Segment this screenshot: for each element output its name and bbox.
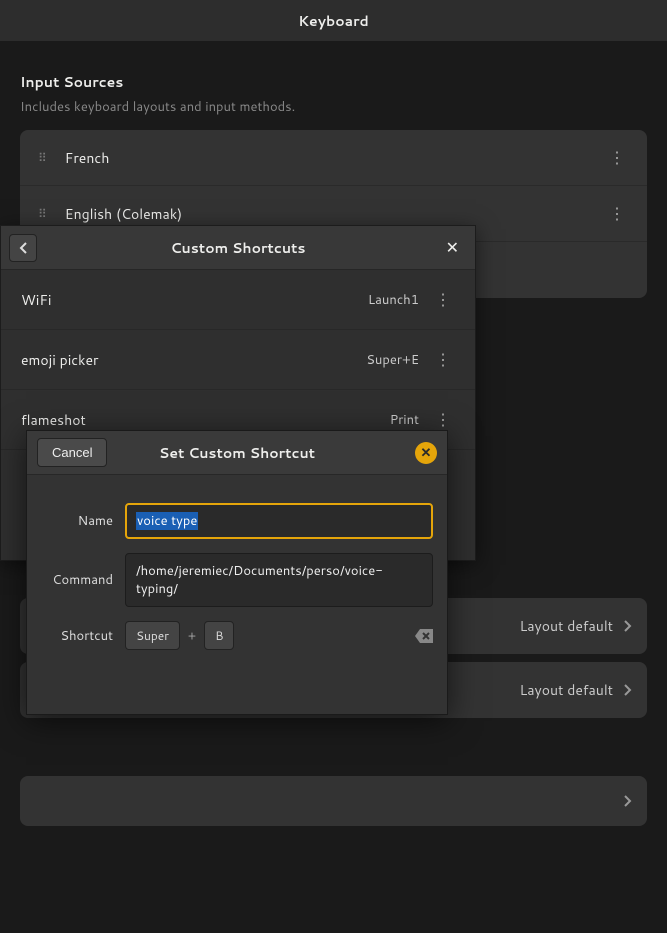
input-sources-title: Input Sources — [20, 72, 647, 92]
layout-value: Layout default — [519, 616, 613, 636]
name-label: Name — [41, 512, 125, 530]
shortcut-name-label: emoji picker — [21, 350, 366, 370]
command-label: Command — [41, 571, 125, 589]
form-row-shortcut: Shortcut Super + B — [41, 621, 433, 650]
drag-handle-icon[interactable]: ⠿ — [38, 149, 45, 166]
form-row-name: Name voice type — [41, 503, 433, 539]
shortcut-name-label: WiFi — [21, 290, 368, 310]
command-input-value: /home/jeremiec/Documents/perso/voice-typ… — [136, 562, 383, 598]
close-button[interactable]: ✕ — [438, 232, 467, 263]
chevron-right-icon — [623, 619, 633, 633]
command-input[interactable]: /home/jeremiec/Documents/perso/voice-typ… — [125, 553, 433, 607]
keycap: B — [204, 621, 234, 650]
shortcut-key-display[interactable]: Super + B — [125, 621, 433, 650]
kebab-menu-icon[interactable]: ⋮ — [605, 146, 629, 169]
shortcut-accelerator: Print — [390, 411, 419, 429]
dialog-body: Name voice type Command /home/jeremiec/D… — [27, 475, 447, 714]
shortcut-row[interactable]: emoji picker Super+E ⋮ — [1, 330, 475, 390]
shortcut-row[interactable]: WiFi Launch1 ⋮ — [1, 270, 475, 330]
keycap: Super — [125, 621, 180, 650]
chevron-left-icon — [18, 241, 28, 255]
input-source-label: French — [65, 148, 605, 168]
cancel-button[interactable]: Cancel — [37, 438, 107, 467]
form-row-command: Command /home/jeremiec/Documents/perso/v… — [41, 553, 433, 607]
window-title: Keyboard — [298, 11, 369, 31]
back-button[interactable] — [9, 234, 37, 262]
window-header: Keyboard — [0, 0, 667, 42]
close-icon: ✕ — [446, 236, 459, 259]
set-custom-shortcut-dialog: Cancel Set Custom Shortcut ✕ Name voice … — [26, 430, 448, 715]
shortcut-accelerator: Launch1 — [368, 291, 419, 309]
kebab-menu-icon[interactable]: ⋮ — [431, 408, 455, 431]
panel-title: Custom Shortcuts — [171, 238, 306, 258]
kebab-menu-icon[interactable]: ⋮ — [605, 202, 629, 225]
chevron-right-icon — [623, 794, 633, 808]
dialog-title: Set Custom Shortcut — [159, 443, 315, 463]
drag-handle-icon[interactable]: ⠿ — [38, 205, 45, 222]
backspace-icon — [415, 629, 433, 643]
input-sources-subtitle: Includes keyboard layouts and input meth… — [20, 98, 647, 116]
clear-shortcut-button[interactable] — [415, 629, 433, 643]
close-icon: ✕ — [421, 444, 432, 462]
name-input-value: voice type — [136, 512, 198, 530]
shortcut-label: Shortcut — [41, 627, 125, 645]
layout-value: Layout default — [519, 680, 613, 700]
chevron-right-icon — [623, 683, 633, 697]
plus-separator: + — [188, 627, 196, 644]
input-source-label: English (Colemak) — [65, 204, 605, 224]
kebab-menu-icon[interactable]: ⋮ — [431, 288, 455, 311]
panel-header: Custom Shortcuts ✕ — [1, 226, 475, 270]
name-input[interactable]: voice type — [125, 503, 433, 539]
shortcut-name-label: flameshot — [21, 410, 390, 430]
close-button[interactable]: ✕ — [415, 442, 437, 464]
kebab-menu-icon[interactable]: ⋮ — [431, 348, 455, 371]
shortcut-accelerator: Super+E — [366, 351, 419, 369]
layout-option-row[interactable] — [20, 776, 647, 826]
dialog-header: Cancel Set Custom Shortcut ✕ — [27, 431, 447, 475]
input-source-row[interactable]: ⠿ French ⋮ — [20, 130, 647, 186]
